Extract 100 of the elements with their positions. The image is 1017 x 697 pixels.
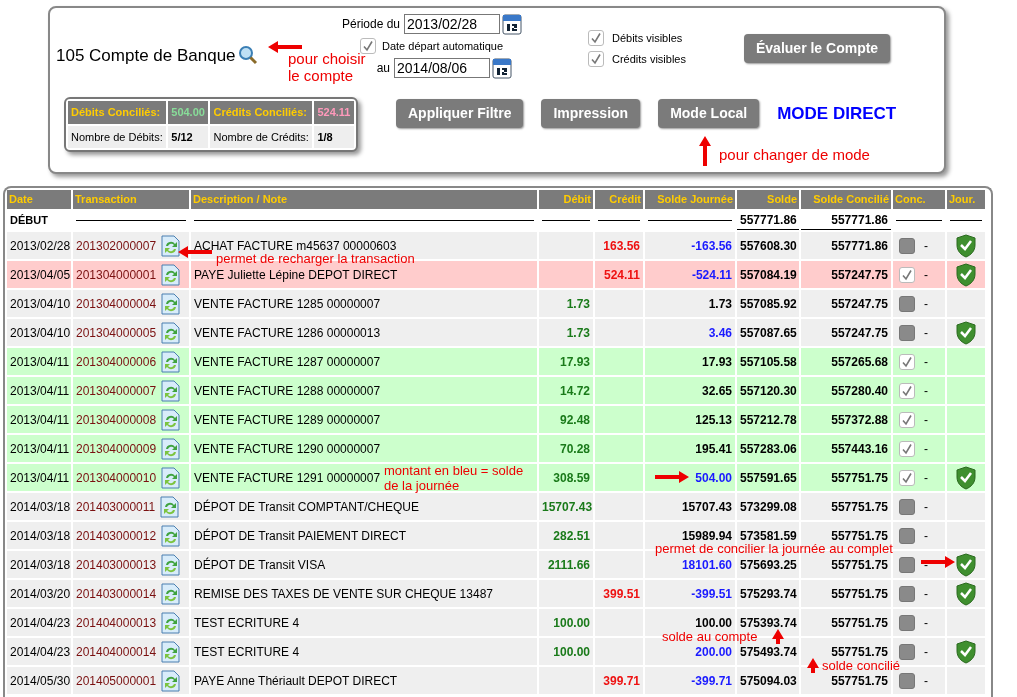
table-cell-text: -: [924, 643, 928, 661]
table-cell-text: -: [924, 614, 928, 632]
table-cell: 2014/04/23: [7, 609, 71, 636]
table-cell: 557247.75: [801, 319, 891, 346]
table-cell: -524.11: [645, 261, 735, 288]
table-cell: 504.00: [645, 464, 735, 491]
table-cell-text: -: [924, 556, 928, 574]
checkbox[interactable]: [588, 50, 604, 67]
table-cell: 163.56: [595, 232, 643, 259]
reload-icon[interactable]: [160, 263, 183, 286]
action-button[interactable]: Appliquer Filtre: [396, 99, 524, 128]
column-header: Conc.: [893, 190, 945, 209]
table-cell: [595, 464, 643, 491]
reload-icon[interactable]: [160, 582, 183, 605]
checkbox[interactable]: [899, 295, 915, 312]
table-cell: 557084.19: [737, 261, 799, 288]
table-cell: 70.28: [539, 435, 593, 462]
table-cell-text: -: [924, 382, 928, 400]
table-cell: REMISE DES TAXES DE VENTE SUR CHEQUE 13487: [191, 580, 537, 607]
checkbox[interactable]: [360, 38, 376, 54]
table-cell: VENTE FACTURE 1289 00000007: [191, 406, 537, 433]
arrow-icon: [268, 41, 302, 53]
reload-icon[interactable]: [160, 379, 183, 402]
arrow-icon: [772, 629, 784, 644]
table-cell: VENTE FACTURE 1286 00000013: [191, 319, 537, 346]
checkbox[interactable]: [899, 440, 915, 457]
shield-icon[interactable]: [955, 639, 977, 664]
action-button[interactable]: Impression: [541, 99, 641, 128]
table-cell: 2013/02/28: [7, 232, 71, 259]
reload-icon[interactable]: [160, 611, 183, 634]
table-cell: 2013/04/10: [7, 319, 71, 346]
table-cell-text: -: [924, 266, 928, 284]
reload-icon[interactable]: [160, 234, 183, 257]
account-title: 105 Compte de Banque: [56, 45, 236, 67]
checkbox[interactable]: [899, 469, 915, 486]
table-cell: 557608.30: [737, 232, 799, 259]
table-cell: VENTE FACTURE 1287 00000007: [191, 348, 537, 375]
checkbox[interactable]: [899, 266, 915, 283]
reload-icon[interactable]: [160, 350, 183, 373]
checkbox[interactable]: [899, 353, 915, 370]
checkbox[interactable]: [899, 411, 915, 428]
table-cell: DÉPOT DE Transit COMPTANT/CHEQUE: [191, 493, 537, 520]
shield-icon[interactable]: [955, 262, 977, 287]
checkbox[interactable]: [899, 498, 915, 515]
action-button[interactable]: Mode Local: [658, 99, 760, 128]
reload-icon[interactable]: [160, 408, 183, 431]
reload-icon[interactable]: [160, 553, 183, 576]
checkbox[interactable]: [899, 643, 915, 660]
checkbox[interactable]: [899, 382, 915, 399]
reload-icon[interactable]: [160, 669, 183, 692]
table-cell: VENTE FACTURE 1288 00000007: [191, 377, 537, 404]
shield-icon[interactable]: [955, 465, 977, 490]
table-cell: 557443.16: [801, 435, 891, 462]
column-header: Transaction: [73, 190, 189, 209]
reload-icon[interactable]: [160, 466, 183, 489]
table-cell: 2014/04/23: [7, 638, 71, 665]
checkbox[interactable]: [899, 237, 915, 254]
shield-icon[interactable]: [955, 320, 977, 345]
table-cell: 195.41: [645, 435, 735, 462]
shield-icon[interactable]: [955, 581, 977, 606]
shield-icon[interactable]: [955, 552, 977, 577]
reload-icon[interactable]: [159, 495, 182, 518]
period-from-field[interactable]: 2013/02/28: [404, 14, 500, 34]
period-to-field[interactable]: 2014/08/06: [394, 58, 490, 78]
table-cell: 15707.43: [539, 493, 593, 520]
calendar-icon[interactable]: [492, 57, 512, 79]
table-cell: 125.13: [645, 406, 735, 433]
table-cell: -399.71: [645, 667, 735, 694]
table-cell: 15707.43: [645, 493, 735, 520]
reload-icon[interactable]: [160, 640, 183, 663]
checkbox[interactable]: [899, 556, 915, 573]
reload-icon[interactable]: [160, 437, 183, 460]
table-cell-text: -: [924, 237, 928, 255]
table-cell: [539, 261, 593, 288]
table-cell: PAYE Anne Thériault DEPOT DIRECT: [191, 667, 537, 694]
table-cell: 308.59: [539, 464, 593, 491]
arrow-icon: [807, 658, 819, 673]
mode-label: MODE DIRECT: [777, 102, 897, 125]
table-cell-text: -: [924, 295, 928, 313]
search-icon[interactable]: [237, 45, 258, 65]
table-cell: VENTE FACTURE 1290 00000007: [191, 435, 537, 462]
checkbox[interactable]: [899, 324, 915, 341]
shield-icon[interactable]: [955, 233, 977, 258]
reload-icon[interactable]: [160, 524, 183, 547]
summary-label: Nombre de Débits:: [68, 125, 167, 148]
summary-value: 5/12: [168, 125, 209, 148]
checkbox[interactable]: [588, 30, 604, 47]
calendar-icon[interactable]: [502, 13, 522, 35]
checkbox[interactable]: [899, 585, 915, 602]
table-cell: 2014/03/18: [7, 522, 71, 549]
checkbox[interactable]: [899, 672, 915, 689]
reload-icon[interactable]: [160, 292, 183, 315]
table-cell: 17.93: [645, 348, 735, 375]
reload-icon[interactable]: [160, 321, 183, 344]
visibility-label: Débits visibles: [612, 31, 683, 46]
checkbox[interactable]: [899, 614, 915, 631]
table-cell: 100.00: [539, 638, 593, 665]
checkbox[interactable]: [899, 527, 915, 544]
evaluate-button[interactable]: Évaluer le Compte: [744, 34, 891, 63]
column-header: Solde: [737, 190, 799, 209]
